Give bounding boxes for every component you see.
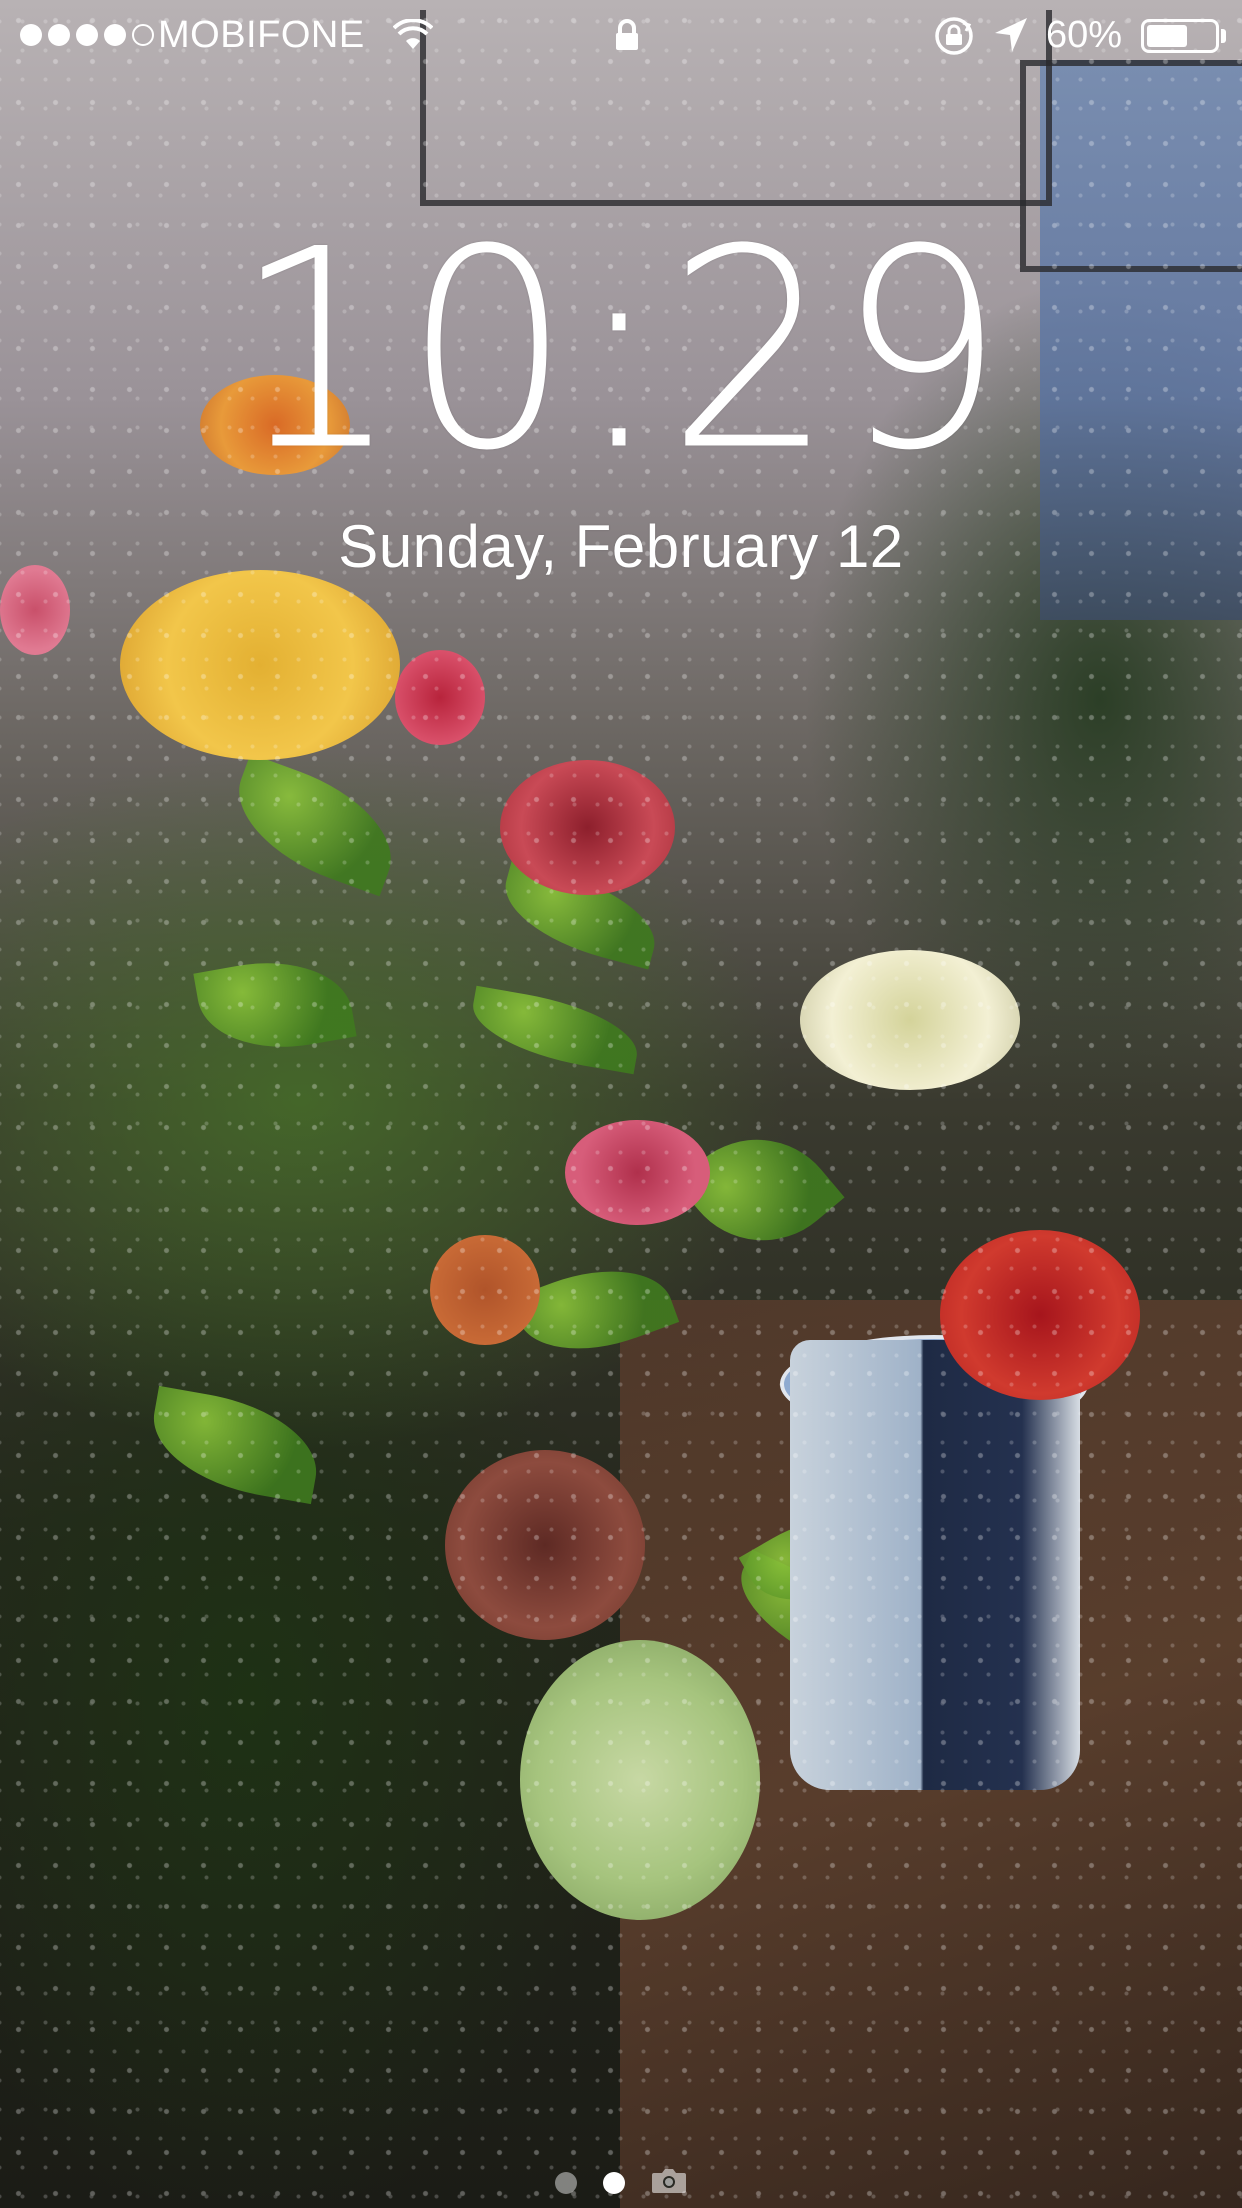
battery-percentage: 60% bbox=[1046, 14, 1123, 56]
lock-screen: MOBIFONE 60% 10:29 Sunday, February 12 bbox=[0, 0, 1242, 2208]
page-indicator[interactable] bbox=[555, 2166, 687, 2199]
lock-screen-date: Sunday, February 12 bbox=[338, 513, 904, 580]
battery-level bbox=[1147, 25, 1187, 47]
battery-tip bbox=[1221, 29, 1226, 43]
page-dot-active[interactable] bbox=[603, 2171, 625, 2194]
carrier-name: MOBIFONE bbox=[158, 14, 365, 56]
signal-dot bbox=[76, 24, 98, 46]
signal-dot bbox=[104, 24, 126, 46]
lock-icon bbox=[612, 18, 642, 62]
signal-dot-empty bbox=[132, 24, 154, 46]
rotation-lock-icon bbox=[933, 15, 975, 67]
camera-icon[interactable] bbox=[651, 2166, 687, 2199]
lock-screen-time: 10:29 bbox=[0, 213, 1242, 488]
page-dot[interactable] bbox=[555, 2171, 577, 2194]
signal-strength-icon bbox=[20, 24, 154, 46]
time-label: 10:29 bbox=[233, 190, 1009, 511]
location-arrow-icon bbox=[993, 16, 1029, 64]
signal-dot bbox=[48, 24, 70, 46]
status-bar: MOBIFONE 60% bbox=[0, 0, 1242, 72]
wifi-icon bbox=[392, 18, 434, 61]
battery-icon bbox=[1141, 19, 1219, 53]
signal-dot bbox=[20, 24, 42, 46]
